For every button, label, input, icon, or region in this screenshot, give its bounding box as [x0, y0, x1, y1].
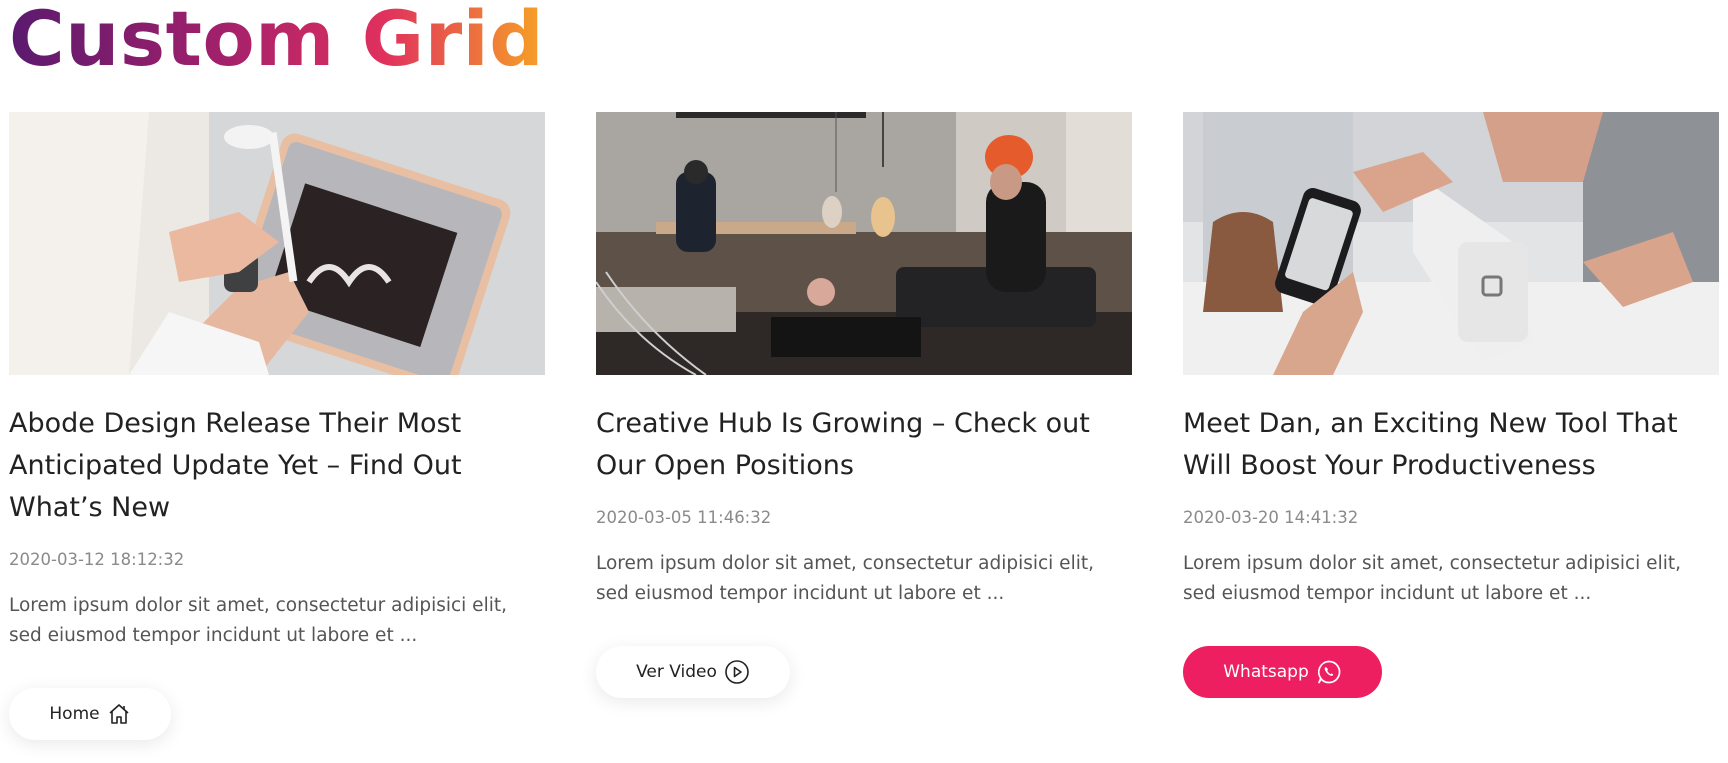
post-title[interactable]: Creative Hub Is Growing – Check out Our … — [596, 403, 1132, 487]
watch-video-button[interactable]: Ver Video — [596, 646, 790, 698]
page-title: Custom Grid — [9, 0, 544, 84]
post-card: Meet Dan, an Exciting New Tool That Will… — [1183, 112, 1719, 698]
post-excerpt: Lorem ipsum dolor sit amet, consectetur … — [596, 553, 1094, 604]
post-title[interactable]: Abode Design Release Their Most Anticipa… — [9, 403, 545, 529]
play-circle-icon — [725, 660, 749, 684]
post-title[interactable]: Meet Dan, an Exciting New Tool That Will… — [1183, 403, 1719, 487]
whatsapp-icon — [1317, 660, 1341, 684]
tablet-lettering-photo — [9, 112, 545, 375]
post-excerpt: Lorem ipsum dolor sit amet, consectetur … — [9, 595, 507, 646]
post-image-tablet-lettering[interactable] — [9, 112, 545, 375]
watch-video-button-label: Ver Video — [636, 662, 717, 682]
phone-payment-photo — [1183, 112, 1719, 375]
post-image-phone-payment[interactable] — [1183, 112, 1719, 375]
home-button[interactable]: Home — [9, 688, 171, 740]
post-image-cafe-interior[interactable] — [596, 112, 1132, 375]
post-date: 2020-03-12 18:12:32 — [9, 550, 185, 569]
post-card: Creative Hub Is Growing – Check out Our … — [596, 112, 1132, 698]
post-date: 2020-03-20 14:41:32 — [1183, 508, 1359, 527]
whatsapp-button-label: Whatsapp — [1223, 662, 1309, 682]
post-grid: Abode Design Release Their Most Anticipa… — [9, 112, 1719, 752]
post-excerpt: Lorem ipsum dolor sit amet, consectetur … — [1183, 553, 1681, 604]
home-icon — [109, 704, 129, 724]
home-button-label: Home — [49, 704, 100, 724]
post-card: Abode Design Release Their Most Anticipa… — [9, 112, 545, 740]
cafe-interior-photo — [596, 112, 1132, 375]
post-date: 2020-03-05 11:46:32 — [596, 508, 772, 527]
whatsapp-button[interactable]: Whatsapp — [1183, 646, 1382, 698]
